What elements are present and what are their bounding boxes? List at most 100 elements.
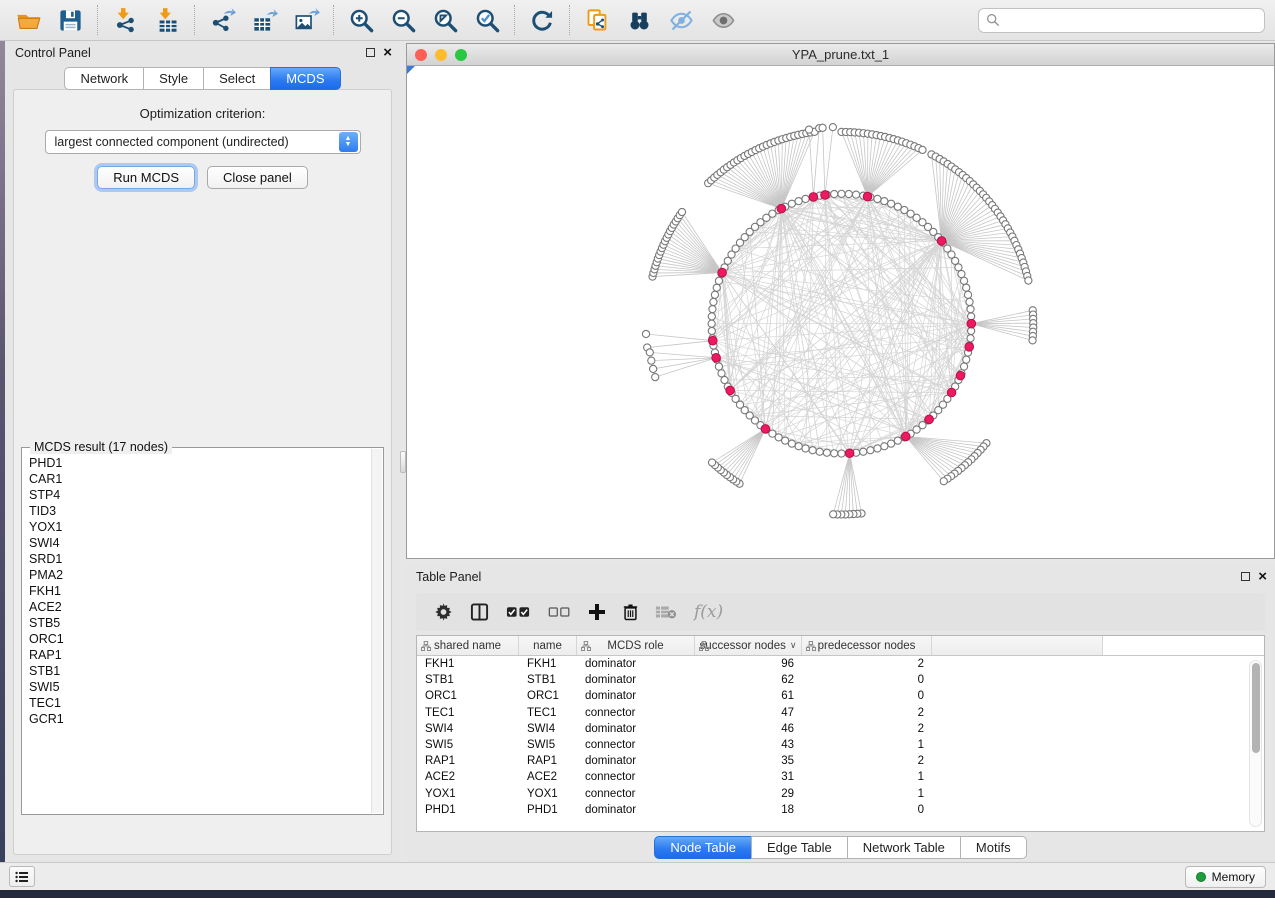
zoom-in-button[interactable]: [343, 4, 379, 36]
table-row[interactable]: YOX1YOX1connector291: [417, 786, 1264, 802]
zoom-selected-button[interactable]: [469, 4, 505, 36]
table-cell[interactable]: ORC1: [519, 688, 577, 704]
import-network-button[interactable]: [107, 4, 143, 36]
table-cell[interactable]: 61: [695, 688, 802, 704]
table-cell[interactable]: 31: [695, 769, 802, 785]
search-box[interactable]: [978, 8, 1265, 33]
column-header-shared-name[interactable]: shared name: [417, 636, 519, 655]
table-cell[interactable]: 2: [802, 705, 932, 721]
table-row[interactable]: TEC1TEC1connector472: [417, 705, 1264, 721]
table-select-all-button[interactable]: [506, 599, 531, 625]
column-header-empty[interactable]: [932, 636, 1103, 655]
table-cell[interactable]: connector: [577, 705, 695, 721]
column-header-predecessor-nodes[interactable]: predecessor nodes: [802, 636, 932, 655]
table-cell[interactable]: 2: [802, 656, 932, 672]
tab-network[interactable]: Network: [64, 67, 143, 90]
table-cell[interactable]: dominator: [577, 656, 695, 672]
table-cell[interactable]: dominator: [577, 802, 695, 818]
table-cell[interactable]: 35: [695, 753, 802, 769]
table-row[interactable]: FKH1FKH1dominator962: [417, 656, 1264, 672]
tab-node-table[interactable]: Node Table: [654, 836, 751, 859]
table-cell[interactable]: SWI4: [417, 721, 519, 737]
mcds-result-item[interactable]: SWI5: [29, 679, 370, 695]
table-cell[interactable]: SWI5: [417, 737, 519, 753]
mcds-result-item[interactable]: PHD1: [29, 455, 370, 471]
memory-button[interactable]: Memory: [1185, 866, 1266, 888]
show-all-button[interactable]: [705, 4, 741, 36]
table-cell[interactable]: dominator: [577, 672, 695, 688]
table-gear-button[interactable]: [434, 599, 453, 625]
table-cell[interactable]: 96: [695, 656, 802, 672]
mcds-result-scrollbar[interactable]: [371, 449, 382, 813]
table-cell[interactable]: SWI5: [519, 737, 577, 753]
table-cell[interactable]: TEC1: [519, 705, 577, 721]
table-cell[interactable]: 29: [695, 786, 802, 802]
mcds-result-item[interactable]: TEC1: [29, 695, 370, 711]
binoculars-button[interactable]: [621, 4, 657, 36]
table-columns-button[interactable]: [470, 599, 489, 625]
zoom-fit-button[interactable]: [427, 4, 463, 36]
column-header-name[interactable]: name: [519, 636, 577, 655]
table-cell[interactable]: YOX1: [519, 786, 577, 802]
table-cell[interactable]: PHD1: [519, 802, 577, 818]
leaf-nodes[interactable]: [642, 124, 1036, 519]
tab-style[interactable]: Style: [143, 67, 203, 90]
zoom-out-button[interactable]: [385, 4, 421, 36]
table-delete-button[interactable]: [623, 599, 638, 625]
table-cell[interactable]: PHD1: [417, 802, 519, 818]
mcds-result-item[interactable]: SRD1: [29, 551, 370, 567]
task-history-button[interactable]: [9, 866, 35, 887]
table-cell[interactable]: RAP1: [519, 753, 577, 769]
table-cell[interactable]: RAP1: [417, 753, 519, 769]
table-cell[interactable]: FKH1: [417, 656, 519, 672]
mcds-result-item[interactable]: YOX1: [29, 519, 370, 535]
run-mcds-button[interactable]: Run MCDS: [97, 166, 195, 189]
table-row[interactable]: SWI5SWI5connector431: [417, 737, 1264, 753]
save-button[interactable]: [52, 4, 88, 36]
table-cell[interactable]: 47: [695, 705, 802, 721]
table-row[interactable]: PHD1PHD1dominator180: [417, 802, 1264, 818]
minimize-traffic-light-icon[interactable]: [435, 49, 447, 61]
tab-motifs[interactable]: Motifs: [960, 836, 1027, 859]
table-cell[interactable]: ORC1: [417, 688, 519, 704]
node-table[interactable]: shared namenameMCDS rolesuccessor nodes∨…: [416, 635, 1265, 832]
mcds-result-item[interactable]: ORC1: [29, 631, 370, 647]
table-unselect-all-button[interactable]: [548, 599, 571, 625]
mcds-result-item[interactable]: RAP1: [29, 647, 370, 663]
table-cell[interactable]: 43: [695, 737, 802, 753]
refresh-button[interactable]: [524, 4, 560, 36]
network-graph[interactable]: [407, 66, 1274, 557]
table-cell[interactable]: dominator: [577, 721, 695, 737]
network-share-button[interactable]: [579, 4, 615, 36]
mcds-result-item[interactable]: STB5: [29, 615, 370, 631]
search-input[interactable]: [1005, 10, 1264, 30]
column-header-MCDS-role[interactable]: MCDS role: [577, 636, 695, 655]
mcds-result-item[interactable]: ACE2: [29, 599, 370, 615]
mcds-result-item[interactable]: PMA2: [29, 567, 370, 583]
table-cell[interactable]: YOX1: [417, 786, 519, 802]
table-cell[interactable]: 1: [802, 769, 932, 785]
float-window-icon[interactable]: [366, 48, 375, 57]
close-window-icon[interactable]: ×: [383, 48, 392, 57]
mcds-result-item[interactable]: GCR1: [29, 711, 370, 727]
table-cell[interactable]: connector: [577, 737, 695, 753]
mcds-result-item[interactable]: CAR1: [29, 471, 370, 487]
tab-select[interactable]: Select: [203, 67, 270, 90]
export-network-button[interactable]: [204, 4, 240, 36]
table-cell[interactable]: TEC1: [417, 705, 519, 721]
close-panel-button[interactable]: Close panel: [207, 166, 308, 189]
tab-network-table[interactable]: Network Table: [847, 836, 960, 859]
table-cell[interactable]: STB1: [519, 672, 577, 688]
table-cell[interactable]: ACE2: [417, 769, 519, 785]
network-window-titlebar[interactable]: YPA_prune.txt_1: [407, 44, 1274, 66]
table-cell[interactable]: ACE2: [519, 769, 577, 785]
window-resize-handle-icon[interactable]: [407, 66, 415, 74]
network-canvas[interactable]: [407, 66, 1274, 558]
table-cell[interactable]: dominator: [577, 753, 695, 769]
close-traffic-light-icon[interactable]: [415, 49, 427, 61]
export-image-button[interactable]: [288, 4, 324, 36]
table-cell[interactable]: SWI4: [519, 721, 577, 737]
mcds-result-item[interactable]: STP4: [29, 487, 370, 503]
maximize-traffic-light-icon[interactable]: [455, 49, 467, 61]
table-scrollbar[interactable]: [1249, 660, 1262, 827]
